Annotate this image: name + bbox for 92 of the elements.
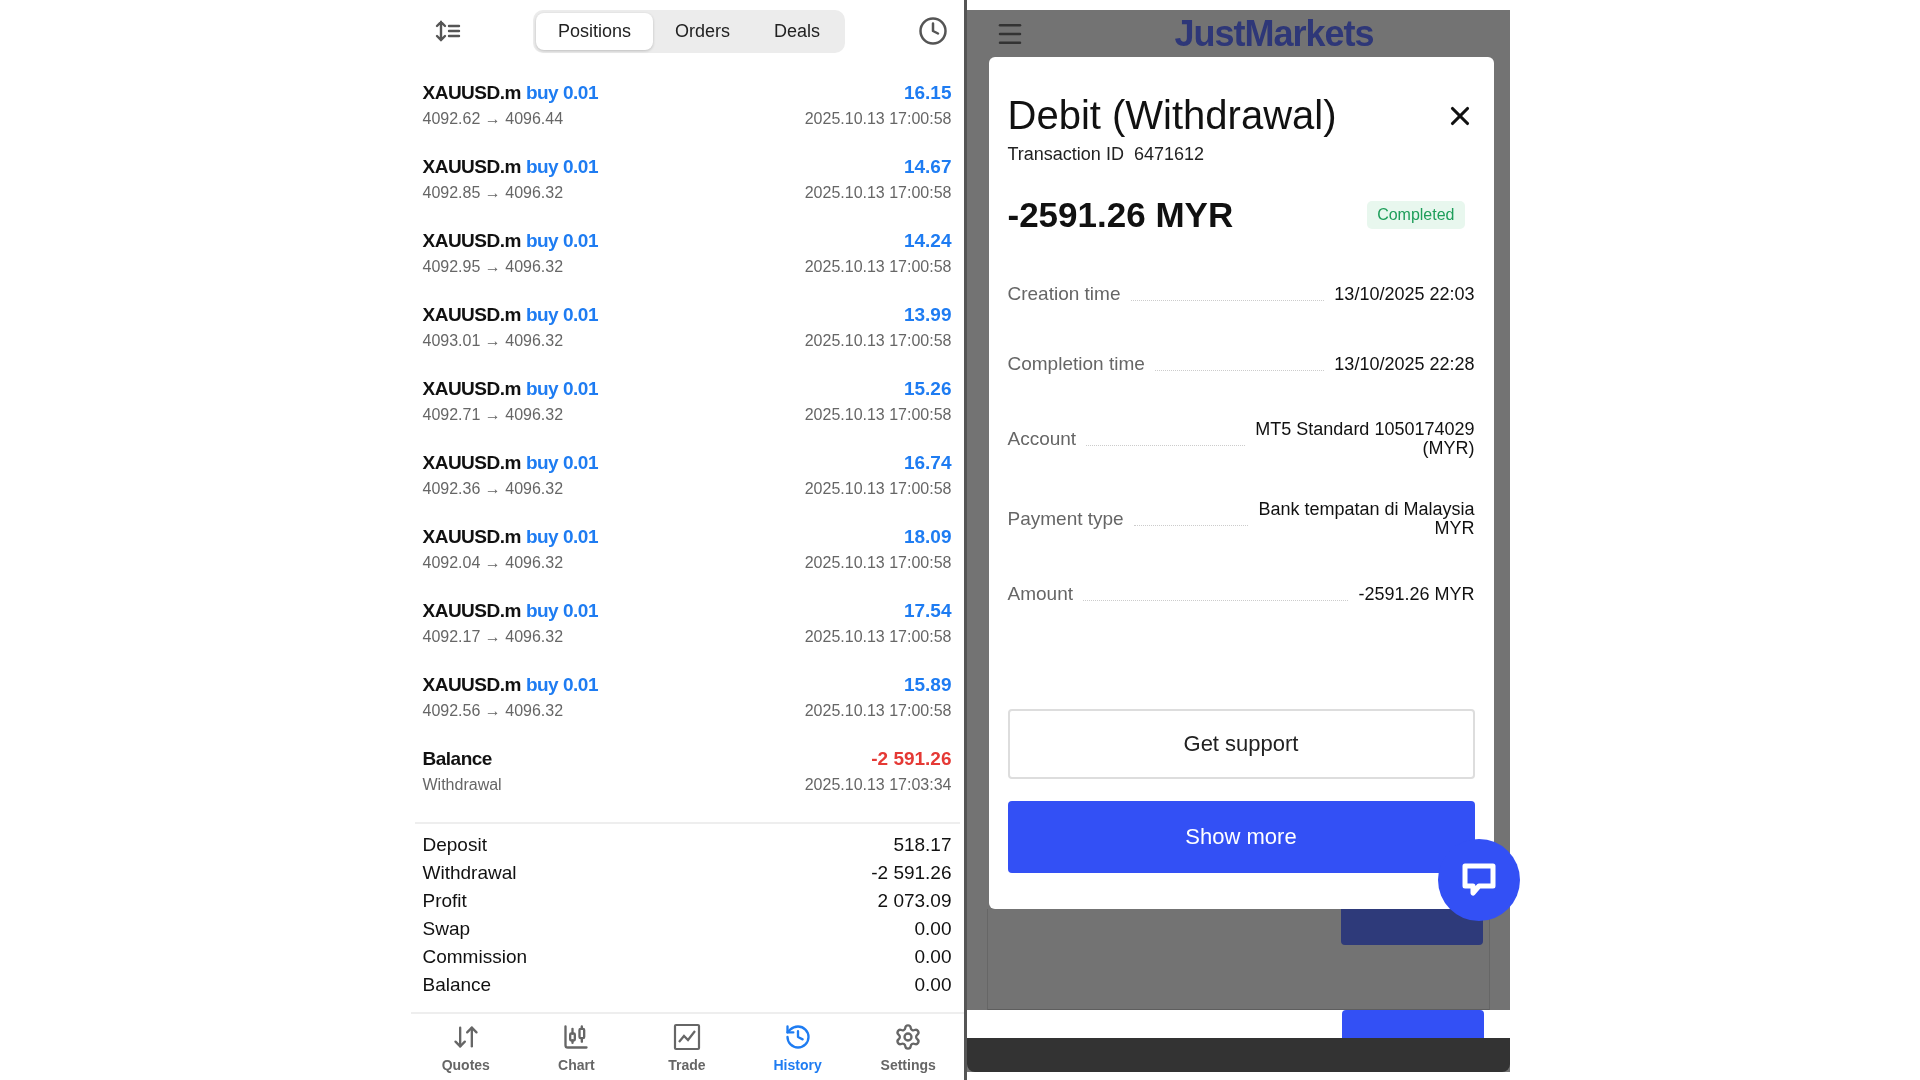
detail-value: 13/10/2025 22:03 xyxy=(1334,284,1475,304)
deal-time: 2025.10.13 17:00:58 xyxy=(804,554,952,572)
summary-label: Swap xyxy=(422,918,471,940)
deal-symbol: XAUUSD.m xyxy=(422,526,521,547)
summary-value: 0.00 xyxy=(914,974,952,996)
history-icon xyxy=(783,1023,812,1051)
detail-label: Payment type xyxy=(1007,508,1124,531)
deal-side: buy 0.01 xyxy=(525,600,598,621)
summary-value: 0.00 xyxy=(914,918,952,940)
deal-symbol: XAUUSD.m xyxy=(422,304,521,325)
summary-label: Balance xyxy=(422,974,492,996)
summary-value: 2 073.09 xyxy=(877,890,952,912)
summary-label: Deposit xyxy=(422,834,487,856)
nav-item[interactable]: Settings xyxy=(863,1022,954,1074)
deal-side: buy 0.01 xyxy=(525,674,598,695)
deal-comment: Withdrawal xyxy=(422,776,503,794)
show-more-button[interactable]: Show more xyxy=(1007,801,1475,873)
deal-time: 2025.10.13 17:00:58 xyxy=(804,258,952,276)
summary-value: 0.00 xyxy=(914,946,952,968)
deal-side: buy 0.01 xyxy=(525,452,598,473)
detail-label: Creation time xyxy=(1007,283,1121,306)
deal-time: 2025.10.13 17:00:58 xyxy=(804,110,952,128)
deal-profit: 15.26 xyxy=(902,378,952,400)
deal-symbol: XAUUSD.m xyxy=(422,230,521,251)
logo: JustMarkets xyxy=(1174,12,1374,55)
deal-profit: 13.99 xyxy=(902,304,952,326)
deal-prices: 4093.01 → 4096.32 xyxy=(422,332,565,350)
deal-time: 2025.10.13 17:00:58 xyxy=(804,406,952,424)
deal-side: buy 0.01 xyxy=(525,82,598,103)
deal-symbol: XAUUSD.m xyxy=(422,82,521,103)
tab[interactable]: Orders xyxy=(653,12,752,50)
summary-label: Commission xyxy=(422,946,528,968)
deal-profit: 14.24 xyxy=(902,230,952,252)
detail-label: Account xyxy=(1007,428,1077,451)
deal-time: 2025.10.13 17:00:58 xyxy=(804,332,952,350)
deal-side: buy 0.01 xyxy=(525,526,598,547)
nav-item[interactable]: History xyxy=(752,1022,843,1074)
summary-label: Withdrawal xyxy=(422,862,517,884)
deal-prices: 4092.85 → 4096.32 xyxy=(422,184,565,202)
summary-value: 518.17 xyxy=(893,834,952,856)
deal-prices: 4092.56 → 4096.32 xyxy=(422,702,565,720)
deal-side: buy 0.01 xyxy=(525,378,598,399)
sort-icon[interactable] xyxy=(434,19,461,43)
deal-time: 2025.10.13 17:00:58 xyxy=(804,184,952,202)
deal-symbol: XAUUSD.m xyxy=(422,674,521,695)
summary-label: Profit xyxy=(422,890,467,912)
deal-symbol: XAUUSD.m xyxy=(422,156,521,177)
transaction-id: Transaction ID 6471612 xyxy=(1007,144,1205,166)
amount: -2591.26 MYR xyxy=(1007,195,1234,236)
deal-profit: 15.89 xyxy=(902,674,952,696)
deal-prices: 4092.95 → 4096.32 xyxy=(422,258,565,276)
deal-time: 2025.10.13 17:03:34 xyxy=(804,776,952,794)
deal-side: buy 0.01 xyxy=(525,230,598,251)
deal-prices: 4092.71 → 4096.32 xyxy=(422,406,565,424)
detail-label: Amount xyxy=(1007,583,1073,606)
deal-profit: 16.15 xyxy=(902,82,952,104)
deal-profit: 18.09 xyxy=(902,526,952,548)
deal-profit: 17.54 xyxy=(902,600,952,622)
support-button[interactable]: Get support xyxy=(1007,709,1475,779)
detail-value: -2591.26 MYR xyxy=(1358,584,1475,604)
deal-symbol: XAUUSD.m xyxy=(422,452,521,473)
deal-profit: 14.67 xyxy=(902,156,952,178)
deal-prices: 4092.17 → 4096.32 xyxy=(422,628,565,646)
deal-time: 2025.10.13 17:00:58 xyxy=(804,628,952,646)
deal-profit: 16.74 xyxy=(902,452,952,474)
deal-profit: -2 591.26 xyxy=(870,748,952,770)
detail-value: MT5 Standard 1050174029 (MYR) xyxy=(1255,420,1475,458)
nav-item[interactable]: Quotes xyxy=(420,1022,511,1074)
candlestick-icon xyxy=(562,1023,591,1051)
nav-item[interactable]: Chart xyxy=(531,1022,622,1074)
tab[interactable]: Deals xyxy=(752,12,843,50)
clock-icon[interactable] xyxy=(917,16,948,46)
tab[interactable]: Positions xyxy=(535,12,653,50)
deal-type: Balance xyxy=(422,748,492,769)
deal-prices: 4092.62 → 4096.44 xyxy=(422,110,565,128)
summary-value: -2 591.26 xyxy=(871,862,952,884)
detail-value: 13/10/2025 22:28 xyxy=(1334,354,1475,374)
deal-side: buy 0.01 xyxy=(525,304,598,325)
deal-side: buy 0.01 xyxy=(525,156,598,177)
detail-value: Bank tempatan di Malaysia MYR xyxy=(1258,500,1475,538)
deal-time: 2025.10.13 17:00:58 xyxy=(804,480,952,498)
detail-label: Completion time xyxy=(1007,353,1145,376)
deal-time: 2025.10.13 17:00:58 xyxy=(804,702,952,720)
line-chart-icon xyxy=(673,1023,701,1051)
deal-prices: 4092.04 → 4096.32 xyxy=(422,554,565,572)
status-badge: Completed xyxy=(1367,201,1465,230)
deal-symbol: XAUUSD.m xyxy=(422,378,521,399)
nav-item[interactable]: Trade xyxy=(642,1022,732,1074)
deal-symbol: XAUUSD.m xyxy=(422,600,521,621)
dialog-title: Debit (Withdrawal) xyxy=(1007,93,1337,139)
deal-prices: 4092.36 → 4096.32 xyxy=(422,480,565,498)
settings-icon xyxy=(894,1023,923,1051)
